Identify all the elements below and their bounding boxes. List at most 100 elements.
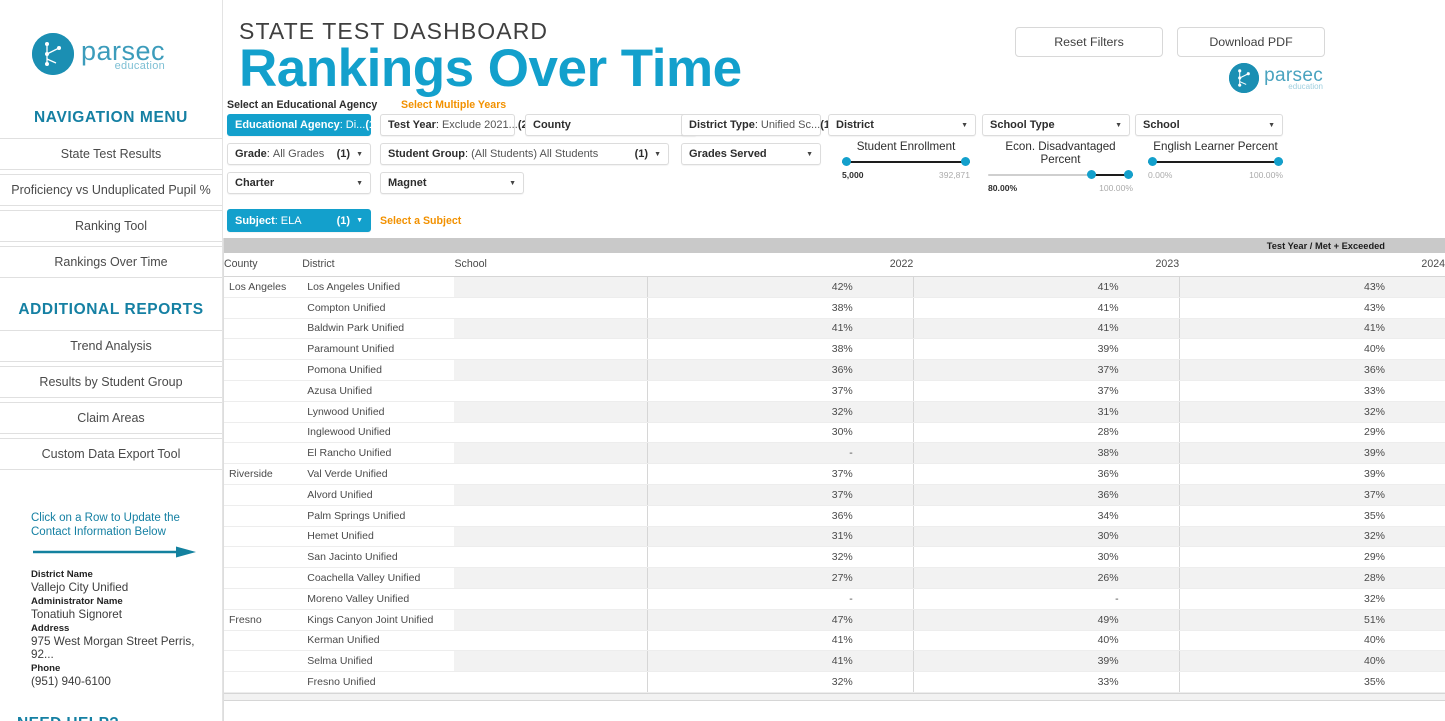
download-pdf-button[interactable]: Download PDF (1177, 27, 1325, 57)
cell-2022: 38% (646, 338, 914, 361)
contact-cta-line1: Click on a Row to Update the (31, 512, 180, 524)
table-row[interactable]: Alvord Unified 37% 36% 37% (224, 484, 1445, 506)
cell-county (224, 422, 303, 444)
cell-district: El Rancho Unified (302, 442, 455, 465)
contact-info-panel: Click on a Row to Update the Contact Inf… (0, 511, 222, 688)
slider-handle-min[interactable] (1087, 170, 1096, 179)
filter-label: District Type (689, 119, 755, 131)
table-row[interactable]: Coachella Valley Unified 27% 26% 28% (224, 567, 1445, 589)
filter-grades-served[interactable]: Grades Served ▼ (681, 143, 821, 165)
table-row[interactable]: Los Angeles Los Angeles Unified 42% 41% 43% (224, 276, 1445, 298)
cell-2022: 30% (646, 422, 914, 444)
filter-charter[interactable]: Charter ▼ (227, 172, 371, 194)
sidebar-item-proficiency-vs-unduplicated-pupil[interactable]: Proficiency vs Unduplicated Pupil % (0, 174, 222, 206)
slider-handle-min[interactable] (1148, 157, 1157, 166)
filter-district[interactable]: District ▼ (828, 114, 976, 136)
cell-2024: 40% (1178, 338, 1445, 361)
reset-filters-button[interactable]: Reset Filters (1015, 27, 1163, 57)
table-row[interactable]: Azusa Unified 37% 37% 33% (224, 380, 1445, 402)
slider-title: Student Enrollment (856, 140, 956, 153)
cell-2022: 42% (646, 276, 914, 298)
table-row[interactable]: Compton Unified 38% 41% 43% (224, 297, 1445, 319)
column-header-2024[interactable]: 2024 (1179, 253, 1445, 277)
filter-label: Grades Served (689, 148, 767, 160)
chevron-down-icon: ▼ (654, 150, 661, 158)
slider-track[interactable] (988, 170, 1133, 179)
table-row[interactable]: Inglewood Unified 30% 28% 29% (224, 422, 1445, 444)
cell-district: Fresno Unified (302, 671, 455, 693)
sidebar-item-results-by-student-group[interactable]: Results by Student Group (0, 366, 222, 398)
filter-grade[interactable]: Grade: All Grades (1) ▼ (227, 143, 371, 165)
sidebar-item-custom-data-export-tool[interactable]: Custom Data Export Tool (0, 438, 222, 470)
table-row[interactable]: Baldwin Park Unified 41% 41% 41% (224, 318, 1445, 340)
sidebar-item-trend-analysis[interactable]: Trend Analysis (0, 330, 222, 362)
slider-english-learner-percent[interactable]: English Learner Percent 0.00% 100.00% (1148, 140, 1283, 180)
chevron-down-icon: ▼ (356, 217, 363, 224)
slider-handle-min[interactable] (842, 157, 851, 166)
filter-school[interactable]: School ▼ (1135, 114, 1283, 136)
table-row[interactable]: Kerman Unified 41% 40% 40% (224, 630, 1445, 652)
slider-track[interactable] (842, 157, 970, 166)
slider-max-value: 392,871 (938, 170, 970, 180)
table-row[interactable]: El Rancho Unified -38% 39% (224, 442, 1445, 465)
filter-educational-agency[interactable]: Educational Agency: Di... (1) ▼ (227, 114, 392, 136)
filter-student-group[interactable]: Student Group: (All Students) All Studen… (380, 143, 669, 165)
sidebar-item-claim-areas[interactable]: Claim Areas (0, 402, 222, 434)
slider-track[interactable] (1148, 157, 1283, 166)
slider-handle-max[interactable] (1124, 170, 1133, 179)
table-row[interactable]: Fresno Unified 32% 33% 35% (224, 671, 1445, 693)
cell-county: Los Angeles (224, 276, 303, 298)
filter-test-year[interactable]: Test Year: Exclude 2021... (2) ▼ (380, 114, 544, 136)
cell-2024: 32% (1178, 588, 1445, 610)
slider-econ-disadvantaged-percent[interactable]: Econ. Disadvantaged Percent 80.00% 100.0… (988, 140, 1133, 193)
slider-handle-max[interactable] (961, 157, 970, 166)
column-header-2023[interactable]: 2023 (913, 253, 1180, 277)
cell-2024: 35% (1178, 671, 1445, 693)
slider-min-value: 0.00% (1148, 170, 1173, 180)
cell-county (224, 484, 303, 506)
contact-cta-line2: Contact Information Below (31, 526, 166, 539)
column-header-county[interactable]: County (224, 253, 303, 277)
address-label: Address (31, 622, 70, 634)
chevron-down-icon: ▼ (806, 150, 813, 158)
table-row[interactable]: Pomona Unified 36% 37% 36% (224, 359, 1445, 381)
contact-cta: Click on a Row to Update the Contact Inf… (31, 511, 198, 540)
sidebar-item-rankings-over-time[interactable]: Rankings Over Time (0, 246, 222, 278)
table-row[interactable]: Fresno Kings Canyon Joint Unified 47% 49% 51… (224, 608, 1445, 631)
cell-2022: 27% (646, 567, 914, 589)
slider-student-enrollment[interactable]: Student Enrollment 5,000 392,871 (842, 140, 970, 180)
navigation-menu-heading: NAVIGATION MENU (34, 109, 188, 126)
additional-reports-heading: ADDITIONAL REPORTS (18, 301, 204, 318)
filter-district-type[interactable]: District Type: Unified Sc... (1) ▼ (681, 114, 847, 136)
cell-county (224, 505, 303, 527)
table-row[interactable]: Moreno Valley Unified - -32% (224, 588, 1445, 610)
table-row[interactable]: San Jacinto Unified 32% 30% 29% (224, 546, 1445, 569)
table-row[interactable]: Hemet Unified 31% 30% 32% (224, 526, 1445, 548)
column-header-school[interactable]: School (454, 253, 648, 277)
cell-district: San Jacinto Unified (302, 546, 455, 569)
table-row[interactable]: Palm Springs Unified 36% 34% 35% (224, 505, 1445, 527)
filter-magnet[interactable]: Magnet ▼ (380, 172, 524, 194)
table-row[interactable]: Selma Unified 41% 39% 40% (224, 650, 1445, 673)
slider-handle-max[interactable] (1274, 157, 1283, 166)
cell-2022: 37% (646, 380, 914, 402)
sidebar-item-ranking-tool[interactable]: Ranking Tool (0, 210, 222, 242)
filter-school-type[interactable]: School Type ▼ (982, 114, 1130, 136)
dashboard-root: parsec education NAVIGATION MENU State T… (0, 0, 1445, 721)
column-header-district[interactable]: District (302, 253, 455, 277)
sidebar: parsec education NAVIGATION MENU State T… (0, 0, 223, 721)
sidebar-item-state-test-results[interactable]: State Test Results (0, 138, 222, 170)
filter-county[interactable]: County ▼ (525, 114, 697, 136)
table-row[interactable]: Lynwood Unified 32% 31% 32% (224, 401, 1445, 423)
cell-2023: - (912, 588, 1180, 610)
table-row[interactable]: Riverside Val Verde Unified 37% 36% 39% (224, 463, 1445, 485)
filter-subject[interactable]: Subject: ELA (1) ▼ (227, 209, 371, 232)
cell-district: Pomona Unified (302, 359, 455, 381)
cell-2022: 37% (646, 463, 914, 485)
column-header-2022[interactable]: 2022 (647, 253, 914, 277)
cell-school (454, 338, 648, 361)
district-name-label: District Name (31, 568, 93, 580)
table-row[interactable]: Paramount Unified 38% 39% 40% (224, 338, 1445, 361)
cell-2024: 39% (1178, 463, 1445, 485)
hint-select-subject: Select a Subject (380, 215, 462, 227)
